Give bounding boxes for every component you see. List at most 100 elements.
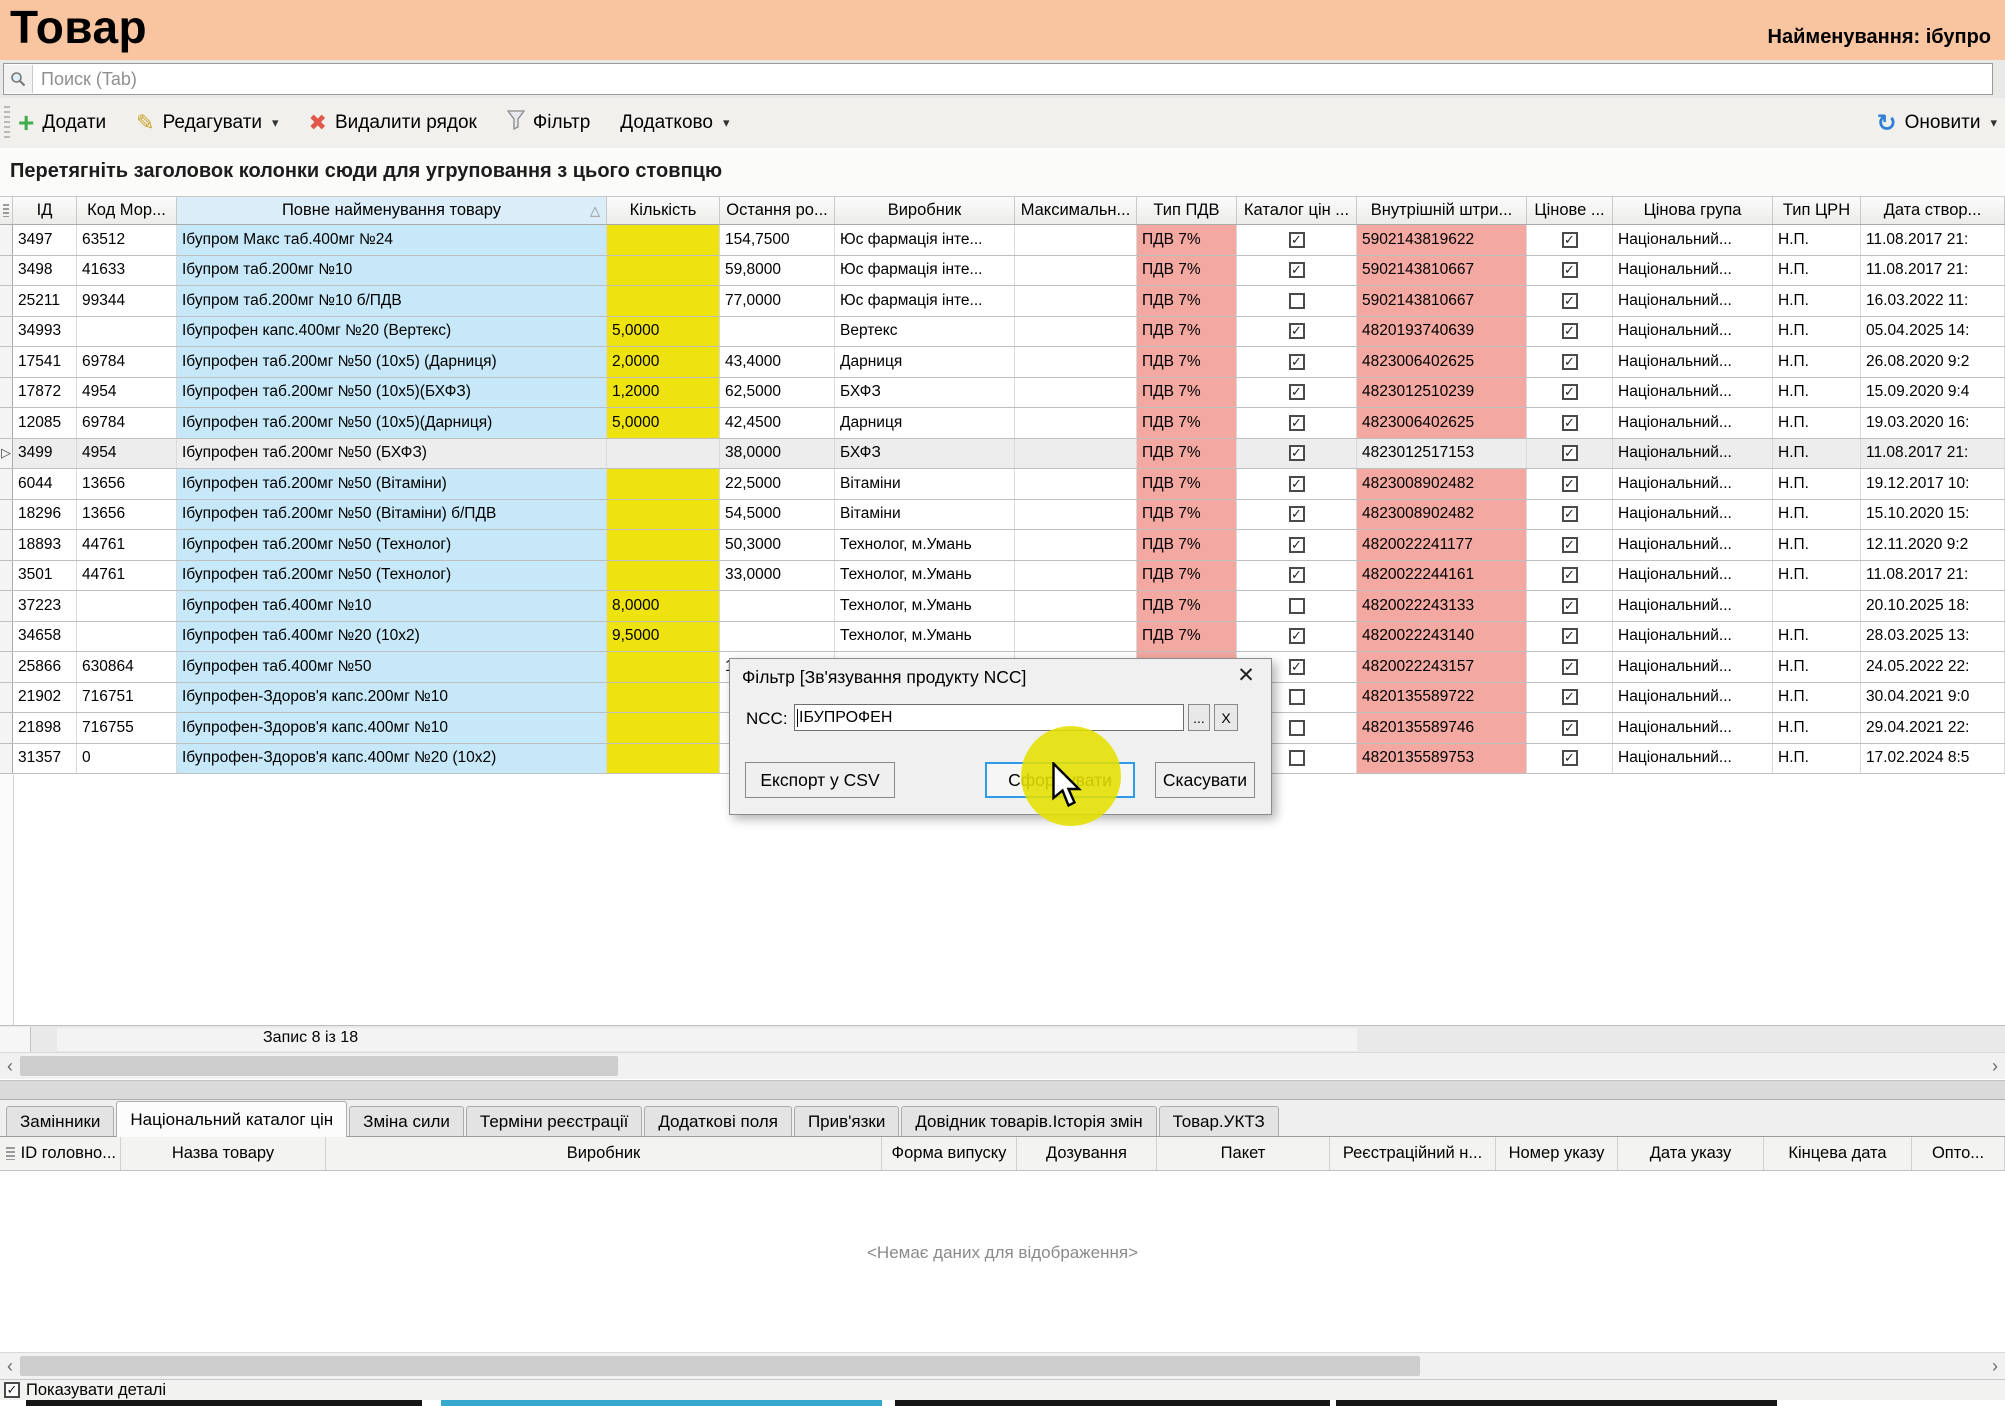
cell-created[interactable]: 11.08.2017 21: [1861,225,2005,255]
cell-qty[interactable] [607,561,720,591]
cell-crn[interactable]: Н.П. [1773,256,1861,286]
cell-id[interactable]: 18893 [13,530,77,560]
column-header-vat[interactable]: Тип ПДВ [1137,197,1237,224]
cell-price[interactable]: ✓ [1527,256,1613,286]
cell-name[interactable]: Ібупрофен таб.200мг №50 (10х5)(Дарниця) [177,408,607,438]
column-header-id[interactable]: ІД [13,197,77,224]
cell-name[interactable]: Ібупрофен-Здоров'я капс.200мг №10 [177,683,607,713]
cell-vat[interactable]: ПДВ 7% [1137,225,1237,255]
cell-maker[interactable]: БХФЗ [835,439,1015,469]
cell-last[interactable]: 54,5000 [720,500,835,530]
column-header-price[interactable]: Цінове ... [1527,197,1613,224]
cell-qty[interactable] [607,683,720,713]
cell-vat[interactable]: ПДВ 7% [1137,500,1237,530]
taskbar-item[interactable] [1336,1400,1777,1406]
cell-created[interactable]: 24.05.2022 22: [1861,652,2005,682]
checkbox[interactable]: ✓ [1289,415,1305,431]
column-header-catalog[interactable]: Каталог цін ... [1237,197,1357,224]
cell-id[interactable]: 12085 [13,408,77,438]
cell-price[interactable]: ✓ [1527,439,1613,469]
clear-button[interactable]: X [1214,704,1238,731]
cell-code[interactable]: 69784 [77,408,177,438]
cell-group[interactable]: Національний... [1613,591,1773,621]
detail-column-header[interactable]: ID головно... [0,1137,121,1170]
cell-max[interactable] [1015,225,1137,255]
cell-vat[interactable]: ПДВ 7% [1137,622,1237,652]
cell-group[interactable]: Національний... [1613,347,1773,377]
cell-name[interactable]: Ібупром таб.200мг №10 [177,256,607,286]
cell-catalog[interactable]: ✓ [1237,256,1357,286]
cell-crn[interactable]: Н.П. [1773,744,1861,774]
cell-code[interactable]: 44761 [77,561,177,591]
cell-qty[interactable]: 9,5000 [607,622,720,652]
cell-crn[interactable] [1773,591,1861,621]
cell-barcode[interactable]: 4823012510239 [1357,378,1527,408]
cell-maker[interactable]: БХФЗ [835,378,1015,408]
cell-code[interactable]: 63512 [77,225,177,255]
cell-group[interactable]: Національний... [1613,286,1773,316]
cell-id[interactable]: 17872 [13,378,77,408]
cell-created[interactable]: 11.08.2017 21: [1861,439,2005,469]
cell-code[interactable] [77,317,177,347]
cell-name[interactable]: Ібупрофен таб.200мг №50 (10х5) (Дарниця) [177,347,607,377]
cell-created[interactable]: 11.08.2017 21: [1861,561,2005,591]
detail-column-header[interactable]: Опто... [1912,1137,2005,1170]
cell-vat[interactable]: ПДВ 7% [1137,347,1237,377]
cell-id[interactable]: 37223 [13,591,77,621]
cell-catalog[interactable]: ✓ [1237,378,1357,408]
checkbox[interactable] [1289,750,1305,766]
tab-терміни-реєстрації[interactable]: Терміни реєстрації [466,1106,642,1136]
cell-vat[interactable]: ПДВ 7% [1137,561,1237,591]
cell-crn[interactable]: Н.П. [1773,439,1861,469]
delete-row-button[interactable]: ✖ Видалити рядок [309,110,477,136]
cell-name[interactable]: Ібупрофен таб.400мг №20 (10х2) [177,622,607,652]
checkbox[interactable]: ✓ [1562,384,1578,400]
cell-crn[interactable]: Н.П. [1773,652,1861,682]
cell-group[interactable]: Національний... [1613,530,1773,560]
cell-catalog[interactable]: ✓ [1237,561,1357,591]
checkbox[interactable]: ✓ [1562,262,1578,278]
cell-vat[interactable]: ПДВ 7% [1137,286,1237,316]
cell-barcode[interactable]: 4823006402625 [1357,408,1527,438]
column-header-maker[interactable]: Виробник [835,197,1015,224]
table-row[interactable]: 178724954Ібупрофен таб.200мг №50 (10х5)(… [0,378,2005,409]
cell-max[interactable] [1015,286,1137,316]
cell-qty[interactable] [607,744,720,774]
column-header-last[interactable]: Остання ро... [720,197,835,224]
tab-національний-каталог-цін[interactable]: Національний каталог цін [116,1101,347,1137]
cell-name[interactable]: Ібупрофен-Здоров'я капс.400мг №20 (10х2) [177,744,607,774]
cell-qty[interactable]: 5,0000 [607,317,720,347]
more-button[interactable]: Додатково ▾ [620,112,729,134]
cell-qty[interactable]: 8,0000 [607,591,720,621]
taskbar-item[interactable] [26,1400,422,1406]
column-header-created[interactable]: Дата створ... [1861,197,2005,224]
cell-id[interactable]: 18296 [13,500,77,530]
cell-code[interactable]: 41633 [77,256,177,286]
cell-catalog[interactable] [1237,591,1357,621]
checkbox[interactable] [1289,293,1305,309]
detail-column-header[interactable]: Дозування [1017,1137,1157,1170]
cell-maker[interactable]: Дарниця [835,408,1015,438]
cell-created[interactable]: 28.03.2025 13: [1861,622,2005,652]
cell-price[interactable]: ✓ [1527,286,1613,316]
cell-created[interactable]: 20.10.2025 18: [1861,591,2005,621]
cell-name[interactable]: Ібупрофен таб.400мг №50 [177,652,607,682]
cell-barcode[interactable]: 4820135589722 [1357,683,1527,713]
cell-crn[interactable]: Н.П. [1773,347,1861,377]
detail-column-header[interactable]: Реєстраційний н... [1330,1137,1496,1170]
checkbox[interactable]: ✓ [1289,262,1305,278]
cell-group[interactable]: Національний... [1613,622,1773,652]
cell-name[interactable]: Ібупрофен таб.400мг №10 [177,591,607,621]
cell-qty[interactable] [607,469,720,499]
checkbox[interactable]: ✓ [1562,659,1578,675]
checkbox[interactable]: ✓ [1562,567,1578,583]
cell-crn[interactable]: Н.П. [1773,683,1861,713]
cell-created[interactable]: 19.12.2017 10: [1861,469,2005,499]
cell-barcode[interactable]: 4823008902482 [1357,469,1527,499]
cell-qty[interactable] [607,500,720,530]
cell-maker[interactable]: Дарниця [835,347,1015,377]
cell-group[interactable]: Національний... [1613,652,1773,682]
cell-vat[interactable]: ПДВ 7% [1137,469,1237,499]
cell-group[interactable]: Національний... [1613,469,1773,499]
checkbox[interactable]: ✓ [1289,445,1305,461]
